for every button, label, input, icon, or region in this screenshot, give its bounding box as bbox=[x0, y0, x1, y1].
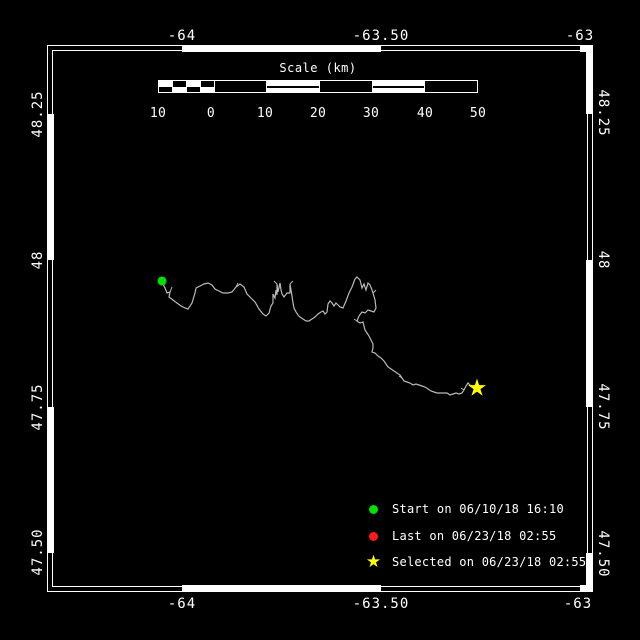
map-plot: -64 -63.50 -63 -64 -63.50 -63 48.25 48 4… bbox=[0, 0, 640, 640]
legend-item: ★ Selected on 06/23/18 02:55 bbox=[365, 551, 587, 572]
start-position-marker[interactable] bbox=[157, 276, 167, 286]
legend-item: Last on 06/23/18 02:55 bbox=[366, 528, 556, 544]
selected-star-icon: ★ bbox=[365, 551, 382, 572]
selected-position-marker[interactable] bbox=[468, 378, 486, 396]
track-spur bbox=[289, 280, 294, 285]
legend-item-label: Start on 06/10/18 16:10 bbox=[392, 502, 564, 516]
legend-item-label: Last on 06/23/18 02:55 bbox=[392, 529, 557, 543]
track-line[interactable] bbox=[161, 276, 477, 396]
track-spur bbox=[169, 286, 173, 293]
track-spur bbox=[372, 289, 377, 294]
map-svg bbox=[157, 276, 486, 396]
track-spur bbox=[460, 387, 465, 391]
last-dot-icon bbox=[366, 528, 381, 544]
start-dot-icon bbox=[366, 501, 381, 517]
legend-item: Start on 06/10/18 16:10 bbox=[366, 501, 564, 517]
track-spur bbox=[273, 280, 278, 285]
legend-item-label: Selected on 06/23/18 02:55 bbox=[392, 555, 587, 569]
track-spur bbox=[353, 318, 358, 322]
